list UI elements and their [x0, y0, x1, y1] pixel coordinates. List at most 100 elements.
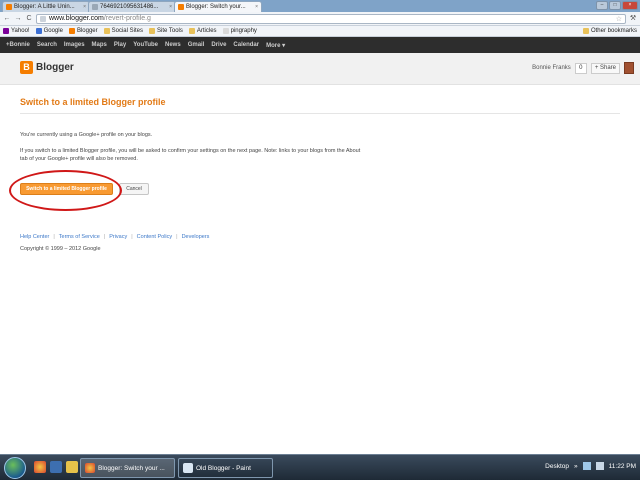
bookmark-label: Site Tools [156, 28, 183, 34]
forward-button[interactable]: → [14, 15, 22, 23]
footer-separator: | [176, 234, 178, 240]
tab-image-url[interactable]: 7646921095631486... × [88, 1, 176, 12]
folder-icon [188, 28, 195, 34]
close-window-button[interactable]: × [622, 1, 638, 10]
bookmark-star-icon[interactable]: ☆ [616, 15, 622, 23]
browser-tab-strip: Blogger: A Little Unin... × 764692109563… [0, 0, 640, 12]
wrench-menu-icon[interactable]: ⚒ [629, 15, 637, 23]
maximize-button[interactable]: □ [609, 1, 621, 10]
folder-icon[interactable] [66, 461, 78, 473]
gbar-item-images[interactable]: Images [64, 42, 85, 48]
footer-link-developers[interactable]: Developers [182, 234, 210, 240]
gbar-item-calendar[interactable]: Calendar [233, 42, 259, 48]
bookmark-label: Other bookmarks [590, 28, 637, 34]
footer-separator: | [103, 234, 106, 240]
close-tab-icon[interactable]: × [83, 4, 86, 10]
tab-title: 7646921095631486... [100, 4, 159, 10]
url-path: /revert-profile.g [103, 15, 151, 22]
page-title: Switch to a limited Blogger profile [20, 97, 166, 107]
footer-link-help-center[interactable]: Help Center [20, 234, 49, 240]
notification-count[interactable]: 0 [574, 62, 587, 74]
browser-toolbar: ← → C www.blogger.com/revert-profile.g ☆… [0, 12, 640, 26]
google-icon [35, 28, 42, 34]
bookmark-blogger[interactable]: Blogger [68, 28, 98, 34]
volume-icon[interactable] [595, 462, 604, 470]
address-bar[interactable]: www.blogger.com/revert-profile.g ☆ [36, 13, 626, 24]
yahoo-icon [3, 28, 9, 34]
gbar-item-news[interactable]: News [165, 42, 181, 48]
bookmark-social-sites[interactable]: Social Sites [103, 28, 143, 34]
chrome-icon[interactable] [34, 461, 46, 473]
gbar-item-maps[interactable]: Maps [92, 42, 107, 48]
gbar-item-search[interactable]: Search [37, 42, 57, 48]
gbar-item-gmail[interactable]: Gmail [188, 42, 205, 48]
other-bookmarks[interactable]: Other bookmarks [582, 28, 637, 34]
gbar-item-play[interactable]: Play [114, 42, 126, 48]
bookmark-articles[interactable]: Articles [188, 28, 217, 34]
red-annotation-circle [9, 170, 122, 211]
gbar-item-drive[interactable]: Drive [211, 42, 226, 48]
bookmarks-bar: Yahoo! Google Blogger Social Sites Site … [0, 26, 640, 37]
clock[interactable]: 11:22 PM [609, 463, 636, 470]
system-tray: Desktop » 11:22 PM [545, 462, 636, 470]
user-name[interactable]: Bonnie Franks [532, 65, 571, 71]
minimize-button[interactable]: – [596, 1, 608, 10]
blogger-logo[interactable]: B Blogger [20, 61, 74, 74]
task-label: Blogger: Switch your ... [98, 464, 165, 472]
tab-title: Blogger: A Little Unin... [14, 4, 75, 10]
divider [20, 113, 620, 114]
user-box: Bonnie Franks 0 + Share [532, 62, 634, 74]
avatar[interactable] [624, 62, 634, 74]
window-controls: – □ × [596, 1, 638, 10]
footer-separator: | [53, 234, 55, 240]
copyright: Copyright © 1999 – 2012 Google [20, 246, 101, 252]
close-tab-icon[interactable]: × [255, 4, 258, 10]
blogger-logo-text: Blogger [36, 62, 74, 73]
chrome-icon [85, 463, 95, 473]
tab-title: Blogger: Switch your... [186, 4, 246, 10]
blogger-favicon-icon [178, 4, 184, 10]
footer-link-privacy[interactable]: Privacy [109, 234, 127, 240]
close-tab-icon[interactable]: × [169, 4, 172, 10]
gbar-item-youtube[interactable]: YouTube [133, 42, 158, 48]
footer-links: Help Center | Terms of Service | Privacy… [20, 234, 209, 240]
switch-note-text: If you switch to a limited Blogger profi… [20, 148, 361, 162]
page-icon [40, 15, 46, 22]
explorer-icon[interactable] [50, 461, 62, 473]
reload-button[interactable]: C [25, 15, 33, 23]
bookmark-site-tools[interactable]: Site Tools [148, 28, 183, 34]
gbar-item-more[interactable]: More ▾ [266, 42, 285, 49]
share-button[interactable]: + Share [590, 62, 620, 74]
folder-icon [148, 28, 155, 34]
bookmark-google[interactable]: Google [35, 28, 63, 34]
page-icon [222, 28, 229, 34]
bookmark-label: Yahoo! [11, 28, 30, 34]
current-profile-text: You're currently using a Google+ profile… [20, 132, 153, 138]
footer-link-content-policy[interactable]: Content Policy [137, 234, 172, 240]
blogger-icon [68, 28, 75, 34]
network-icon[interactable] [582, 462, 591, 470]
bookmark-label: Google [43, 28, 63, 34]
paint-icon [183, 463, 193, 473]
google-bar: +Bonnie Search Images Maps Play YouTube … [0, 37, 640, 53]
start-button[interactable] [4, 457, 26, 479]
bookmark-yahoo[interactable]: Yahoo! [3, 28, 30, 34]
gbar-item-plus-bonnie[interactable]: +Bonnie [6, 42, 30, 48]
task-label: Old Blogger - Paint [196, 464, 251, 472]
tab-blogger-little-unin[interactable]: Blogger: A Little Unin... × [2, 1, 90, 12]
bookmark-label: Articles [196, 28, 217, 34]
cancel-button[interactable]: Cancel [119, 183, 149, 195]
desktop-toolbar-arrow[interactable]: » [574, 463, 578, 470]
taskbar-task-blogger[interactable]: Blogger: Switch your ... [80, 458, 175, 478]
bookmark-label: pingraphy [230, 28, 257, 34]
footer-link-terms[interactable]: Terms of Service [59, 234, 100, 240]
url-host: www.blogger.com [49, 15, 104, 22]
bookmark-pingraphy[interactable]: pingraphy [222, 28, 257, 34]
taskbar: Blogger: Switch your ... Old Blogger - P… [0, 454, 640, 480]
taskbar-task-paint[interactable]: Old Blogger - Paint [178, 458, 273, 478]
blogger-header: B Blogger Bonnie Franks 0 + Share [0, 53, 640, 85]
desktop-toolbar-label[interactable]: Desktop [545, 463, 569, 470]
tab-blogger-switch[interactable]: Blogger: Switch your... × [174, 1, 262, 12]
back-button[interactable]: ← [3, 15, 11, 23]
footer-separator: | [131, 234, 133, 240]
